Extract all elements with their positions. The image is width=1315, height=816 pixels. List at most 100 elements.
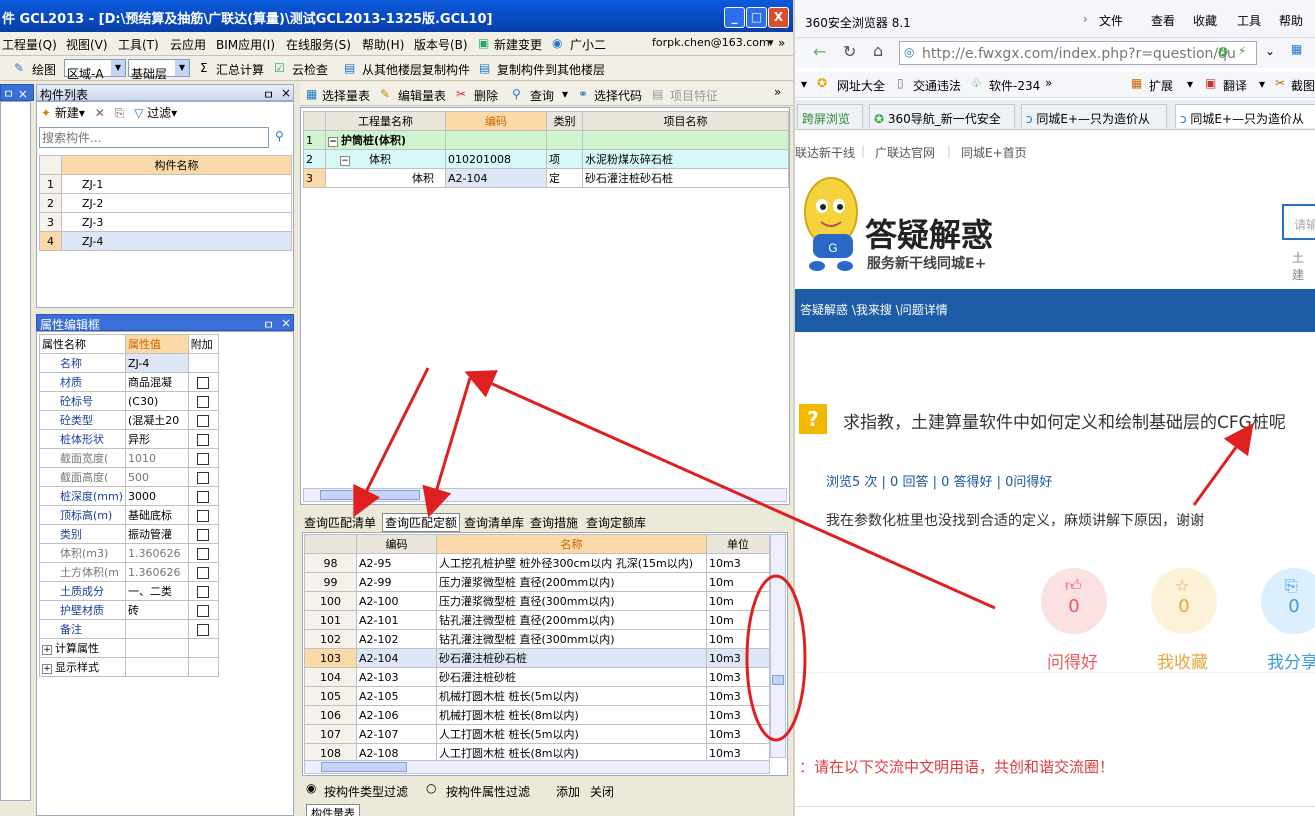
property-row[interactable]: 土方体积(m 1.360626 bbox=[38, 562, 220, 582]
property-row[interactable]: 桩体形状 异形 bbox=[38, 429, 220, 449]
cloud-check-button[interactable]: 云检查 bbox=[292, 61, 328, 78]
quota-row[interactable]: 101 A2-101 钻孔灌注微型桩 直径(200mm以内) 10m bbox=[304, 610, 770, 630]
project-feature-button[interactable]: 项目特征 bbox=[670, 87, 718, 104]
horizontal-scrollbar[interactable] bbox=[303, 488, 787, 502]
delete-icon[interactable]: ✕ bbox=[95, 106, 105, 120]
tab-bill-library[interactable]: 查询清单库 bbox=[464, 514, 524, 531]
property-value[interactable]: (C30) bbox=[125, 391, 189, 411]
code-cell[interactable]: 010201008 bbox=[445, 149, 547, 169]
quota-code[interactable]: A2-101 bbox=[356, 610, 437, 630]
quota-name[interactable]: 人工打圆木桩 桩长(5m以内) bbox=[436, 724, 707, 744]
quota-row[interactable]: 99 A2-99 压力灌浆微型桩 直径(200mm以内) 10m bbox=[304, 572, 770, 592]
quota-row[interactable]: 103 A2-104 砂石灌注桩砂石桩 10m3 bbox=[304, 648, 770, 668]
component-name[interactable]: ZJ-3 bbox=[61, 212, 292, 232]
layer-select[interactable]: 基础层 ▼ bbox=[128, 59, 190, 81]
checkbox[interactable] bbox=[197, 471, 210, 484]
property-row[interactable]: 材质 商品混凝 bbox=[38, 372, 220, 392]
checkbox[interactable] bbox=[197, 376, 210, 389]
property-value[interactable]: (混凝土20 bbox=[125, 410, 189, 430]
add-button[interactable]: 添加 bbox=[556, 783, 580, 800]
menu-quantity[interactable]: 工程量(Q) bbox=[2, 36, 57, 53]
quota-row[interactable]: 98 A2-95 人工挖孔桩护壁 桩外径300cm以内 孔深(15m以内) 10m3 bbox=[304, 553, 770, 573]
quota-row[interactable]: 100 A2-100 压力灌浆微型桩 直径(300mm以内) 10m bbox=[304, 591, 770, 611]
quota-row[interactable]: 104 A2-103 砂石灌注桩砂桩 10m3 bbox=[304, 667, 770, 687]
vertical-scrollbar[interactable] bbox=[770, 534, 786, 758]
chevron-down-icon[interactable]: ▾ bbox=[1259, 77, 1265, 91]
menu-help[interactable]: 帮助 bbox=[1279, 12, 1303, 29]
quota-name[interactable]: 钻孔灌注微型桩 直径(300mm以内) bbox=[436, 629, 707, 649]
quota-code[interactable]: A2-100 bbox=[356, 591, 437, 611]
close-icon[interactable]: × bbox=[18, 87, 28, 101]
quota-row[interactable]: 105 A2-105 机械打圆木桩 桩长(5m以内) 10m3 bbox=[304, 686, 770, 706]
property-row[interactable]: 砼标号 (C30) bbox=[38, 391, 220, 411]
horizontal-scrollbar[interactable] bbox=[304, 760, 770, 774]
expand-icon[interactable]: + bbox=[42, 664, 52, 674]
menu-cloud[interactable]: 云应用 bbox=[170, 36, 206, 53]
property-value[interactable]: 振动管灌 bbox=[125, 524, 189, 544]
table-row[interactable]: 2 − 体积 010201008 项水泥粉煤灰碎石桩 bbox=[303, 149, 789, 169]
checkbox[interactable] bbox=[197, 509, 210, 522]
bookmark-site-directory[interactable]: 网址大全 bbox=[837, 77, 885, 94]
quota-code[interactable]: A2-95 bbox=[356, 553, 437, 573]
tab-360-nav[interactable]: ✪ 360导航_新一代安全 bbox=[869, 104, 1015, 128]
home-icon[interactable]: ⌂ bbox=[873, 41, 883, 60]
screenshot-button[interactable]: 截图 bbox=[1291, 77, 1315, 94]
filter-by-type-label[interactable]: 按构件类型过滤 bbox=[324, 783, 408, 800]
more-bookmarks-icon[interactable]: » bbox=[1045, 76, 1052, 90]
property-value[interactable]: 500 bbox=[125, 467, 189, 487]
checkbox[interactable] bbox=[197, 566, 210, 579]
table-row[interactable]: 1 ZJ-1 bbox=[39, 174, 292, 194]
user-account[interactable]: forpk.chen@163.com bbox=[652, 36, 770, 49]
property-value[interactable]: 1.360626 bbox=[125, 543, 189, 563]
table-row[interactable]: 3 体积 A2-104 定砂石灌注桩砂石桩 bbox=[303, 168, 789, 188]
new-component-button[interactable]: 新建 bbox=[55, 106, 79, 120]
back-icon[interactable]: ← bbox=[813, 42, 826, 61]
property-row[interactable]: 截面高度(500 bbox=[38, 467, 220, 487]
checkbox[interactable] bbox=[197, 528, 210, 541]
property-group-row[interactable]: + 计算属性 bbox=[38, 638, 220, 658]
draw-button[interactable]: 绘图 bbox=[32, 61, 56, 78]
menu-help[interactable]: 帮助(H) bbox=[362, 36, 404, 53]
checkbox[interactable] bbox=[197, 433, 210, 446]
item-cell[interactable]: 砂石灌注桩砂石桩 bbox=[582, 168, 789, 188]
code-cell[interactable] bbox=[445, 130, 547, 150]
quota-name[interactable]: 机械打圆木桩 桩长(8m以内) bbox=[436, 705, 707, 725]
ask-good-button[interactable]: 👍︎ 0 bbox=[1041, 568, 1107, 634]
quota-unit[interactable]: 10m3 bbox=[706, 648, 770, 668]
pin-icon[interactable]: ㅁ bbox=[3, 87, 14, 101]
lightning-icon[interactable]: ⚡ bbox=[1238, 44, 1246, 58]
property-value[interactable]: ZJ-4 bbox=[125, 353, 189, 373]
quota-name[interactable]: 压力灌浆微型桩 直径(200mm以内) bbox=[436, 572, 707, 592]
menu-guangxiaoer[interactable]: 广小二 bbox=[570, 36, 606, 53]
quota-row[interactable]: 102 A2-102 钻孔灌注微型桩 直径(300mm以内) 10m bbox=[304, 629, 770, 649]
quota-unit[interactable]: 10m bbox=[706, 572, 770, 592]
quota-code[interactable]: A2-99 bbox=[356, 572, 437, 592]
minimize-button[interactable]: _ bbox=[724, 7, 745, 28]
collapse-icon[interactable]: − bbox=[340, 156, 350, 166]
checkbox[interactable] bbox=[197, 623, 210, 636]
menu-favorites[interactable]: 收藏 bbox=[1193, 12, 1217, 29]
tab-match-quota[interactable]: 查询匹配定额 bbox=[382, 513, 461, 532]
quota-unit[interactable]: 10m3 bbox=[706, 724, 770, 744]
quota-unit[interactable]: 10m bbox=[706, 591, 770, 611]
property-group-row[interactable]: + 显示样式 bbox=[38, 657, 220, 677]
property-row[interactable]: 名称 ZJ-4 bbox=[38, 353, 220, 373]
copy-from-floor-button[interactable]: 从其他楼层复制构件 bbox=[362, 61, 470, 78]
close-button[interactable]: X bbox=[768, 7, 789, 28]
expand-display-style[interactable]: + 显示样式 bbox=[38, 657, 127, 677]
property-row[interactable]: 桩深度(mm) 3000 bbox=[38, 486, 220, 506]
property-value[interactable]: 商品混凝 bbox=[125, 372, 189, 392]
quantity-name[interactable]: 体积 bbox=[325, 168, 446, 188]
favorite-button[interactable]: ☆ 0 bbox=[1151, 568, 1217, 634]
property-value[interactable] bbox=[125, 619, 189, 639]
item-cell[interactable]: 水泥粉煤灰碎石桩 bbox=[582, 149, 789, 169]
quantity-name-cell[interactable]: − 护筒桩(体积) bbox=[325, 130, 446, 150]
property-value[interactable]: 1.360626 bbox=[125, 562, 189, 582]
menu-view[interactable]: 视图(V) bbox=[66, 36, 108, 53]
refresh-icon[interactable]: ↻ bbox=[843, 42, 856, 61]
favorite-label[interactable]: 我收藏 bbox=[1157, 648, 1208, 673]
chevron-down-icon[interactable]: ▾ bbox=[768, 36, 774, 49]
quota-name[interactable]: 钻孔灌注微型桩 直径(200mm以内) bbox=[436, 610, 707, 630]
quota-unit[interactable]: 10m3 bbox=[706, 705, 770, 725]
quota-row[interactable]: 106 A2-106 机械打圆木桩 桩长(8m以内) 10m3 bbox=[304, 705, 770, 725]
